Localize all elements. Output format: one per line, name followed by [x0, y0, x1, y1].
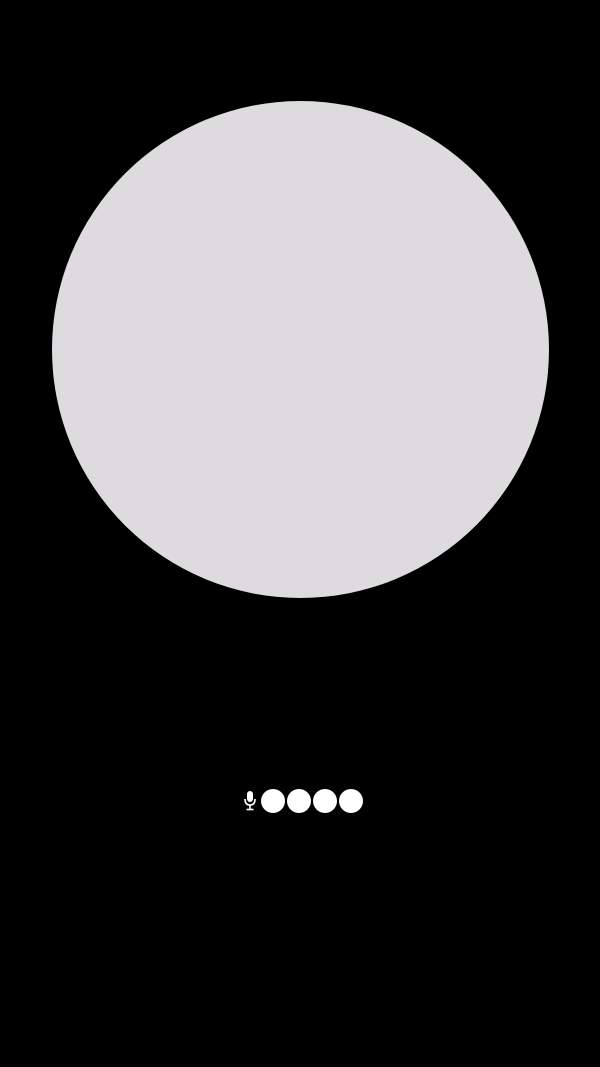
audio-level-dot: [287, 789, 311, 813]
audio-level-dot: [313, 789, 337, 813]
audio-level-dot: [261, 789, 285, 813]
voice-mode-screen: [0, 0, 600, 1067]
audio-level-dots: [261, 789, 363, 813]
audio-level-dot: [339, 789, 363, 813]
microphone-icon: [240, 787, 260, 815]
listening-indicator: [240, 787, 363, 815]
voice-orb[interactable]: [52, 101, 549, 598]
